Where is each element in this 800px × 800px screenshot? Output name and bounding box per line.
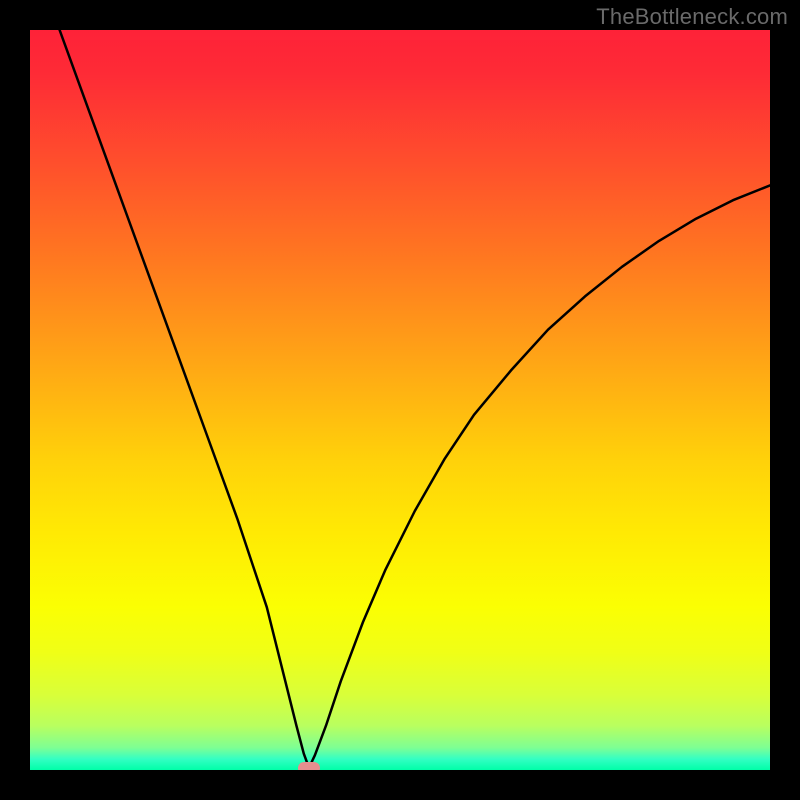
optimal-marker (298, 762, 320, 770)
curve-layer (30, 30, 770, 770)
chart-container: TheBottleneck.com (0, 0, 800, 800)
plot-area (30, 30, 770, 770)
bottleneck-curve (60, 30, 770, 768)
watermark-text: TheBottleneck.com (596, 4, 788, 30)
